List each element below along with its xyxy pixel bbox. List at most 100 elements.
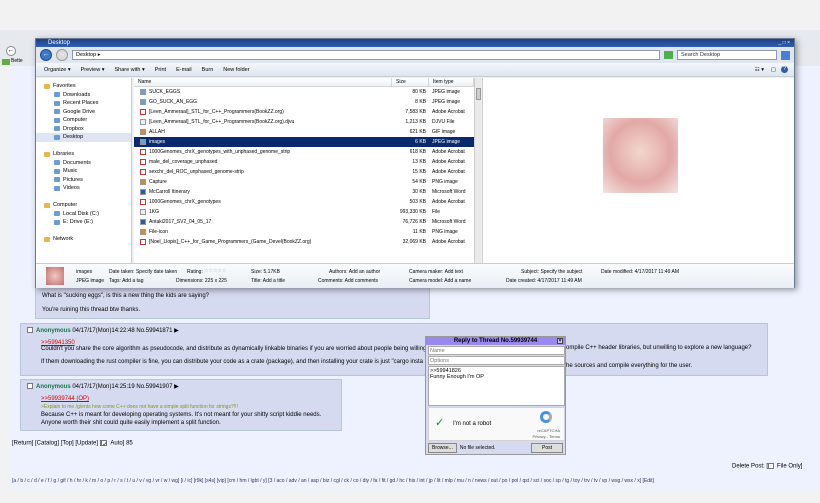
share-with-button[interactable]: Share with ▾	[114, 67, 144, 73]
scroll-thumb[interactable]	[476, 88, 481, 100]
email-button[interactable]: E-mail	[176, 67, 192, 73]
nav-item[interactable]: Favorites	[36, 82, 131, 91]
checkmark-icon[interactable]: ✓	[435, 416, 444, 429]
column-name[interactable]: Name	[134, 78, 392, 86]
nav-item[interactable]: Videos	[36, 184, 131, 193]
post-button[interactable]: Post	[530, 443, 563, 453]
browse-button[interactable]: Browse...	[428, 443, 457, 453]
quote-link[interactable]: >>59939744 (OP)	[41, 395, 335, 403]
new-folder-button[interactable]: New folder	[223, 67, 249, 73]
detail-comments[interactable]: Comments: Add comments	[318, 278, 378, 284]
forward-button[interactable]: →	[56, 49, 68, 61]
detail-title[interactable]: Title: Add a title	[251, 278, 285, 284]
back-button[interactable]: ←	[40, 49, 52, 61]
nav-item-label: Pictures	[63, 176, 83, 183]
help-icon[interactable]: ?	[781, 66, 788, 73]
file-row[interactable]: Capture 54 KB PNG image	[134, 177, 474, 187]
nav-item-label: Computer	[53, 202, 78, 208]
file-row[interactable]: [Noel_Llopis]_C++_for_Game_Programmers_(…	[134, 237, 474, 247]
name-field[interactable]	[428, 346, 565, 355]
detail-authors[interactable]: Authors: Add an author	[329, 269, 380, 275]
file-name-cell: 1000Genomes_chrX_genotypes	[134, 197, 392, 207]
search-icon[interactable]	[781, 50, 790, 60]
post-meta[interactable]: 04/17/17(Mon)14:22:48 No.59941871	[72, 328, 172, 334]
file-row[interactable]: Antaki2017_SV2_04_05_17 76,726 KB Microsof…	[134, 217, 474, 227]
nav-item[interactable]: Google Drive	[36, 108, 131, 117]
post-checkbox[interactable]	[27, 383, 33, 390]
preview-button[interactable]: Preview ▾	[81, 67, 105, 73]
title-bar[interactable]: Desktop _ □ ×	[36, 39, 794, 47]
address-bar[interactable]: Desktop ▸	[72, 50, 660, 60]
nav-item[interactable]: Desktop	[36, 133, 131, 142]
detail-date-taken[interactable]: Date taken: Specify date taken	[109, 269, 177, 275]
back-icon[interactable]: ←	[6, 46, 16, 56]
detail-camera-maker[interactable]: Camera maker: Add text	[409, 269, 463, 275]
auto-checkbox[interactable]: ✓	[101, 440, 107, 448]
nav-item[interactable]: Local Disk (C:)	[36, 210, 131, 219]
detail-rating-label: Rating:	[187, 269, 203, 275]
file-list-scrollbar[interactable]	[474, 78, 481, 263]
file-row[interactable]: McCarroll Itinerary 30 KB Microsoft Word	[134, 187, 474, 197]
nav-item[interactable]: Network	[36, 235, 131, 244]
column-size[interactable]: Size	[392, 78, 429, 86]
search-input[interactable]: Search Desktop	[677, 50, 777, 60]
close-icon[interactable]: ×	[557, 338, 563, 344]
nav-item[interactable]: Downloads	[36, 91, 131, 100]
print-button[interactable]: Print	[155, 67, 166, 73]
file-name-cell: male_del_coverage_unphased	[134, 157, 392, 167]
file-row[interactable]: 1KG 993,330 KB File	[134, 207, 474, 217]
file-row[interactable]: File-icon 11 KB PNG image	[134, 227, 474, 237]
bookmark-label[interactable]: Bette	[11, 58, 23, 64]
options-field[interactable]	[428, 356, 565, 365]
file-row[interactable]: GO_SUCK_AN_EGG 8 KB JPEG image	[134, 97, 474, 107]
board-list[interactable]: [a / b / c / d / e / f / g / gif / h / h…	[12, 478, 654, 484]
file-row[interactable]: SUCK_EGGS 80 KB JPEG image	[134, 87, 474, 97]
nav-item[interactable]: Libraries	[36, 150, 131, 159]
file-row[interactable]: male_del_coverage_unphased 13 KB Adobe Acr…	[134, 157, 474, 167]
file-size: 8 KB	[415, 99, 426, 105]
view-options-icon[interactable]: ☷ ▾	[755, 67, 764, 73]
file-name: Capture	[149, 179, 167, 185]
recaptcha-label: reCAPTCHA	[537, 428, 560, 433]
comment-field[interactable]: >>59941826 Funny Enough I'm OP	[428, 366, 565, 406]
nav-item[interactable]: Pictures	[36, 176, 131, 185]
privacy-link[interactable]: Privacy - Terms	[533, 434, 560, 439]
nav-item[interactable]: Music	[36, 167, 131, 176]
reply-header[interactable]: Reply to Thread No.59939744 ×	[426, 337, 565, 345]
file-row[interactable]: ALLAH 621 KB GIF image	[134, 127, 474, 137]
post-3: Anonymous 04/17/17(Mon)14:25:19 No.59941…	[20, 379, 342, 431]
detail-camera-model[interactable]: Camera model: Add a name	[409, 278, 471, 284]
file-name: McCarroll Itinerary	[149, 189, 190, 195]
file-row[interactable]: sexchr_del_ROC_unphased_genome-strip 15 K…	[134, 167, 474, 177]
file-name-cell: images	[134, 137, 392, 147]
nav-item[interactable]: Recent Places	[36, 99, 131, 108]
rating-stars[interactable]: ☆☆☆☆☆	[204, 268, 226, 274]
file-only-checkbox[interactable]	[768, 463, 775, 469]
file-row[interactable]: 1000Genomes_chrX_genotypes 503 KB Adobe Ac…	[134, 197, 474, 207]
preview-pane-icon[interactable]: ▢	[771, 67, 776, 73]
file-row[interactable]: 1000Genomes_chrX_genotypes_with_unphased…	[134, 147, 474, 157]
file-row[interactable]: [Leen_Ammeraal]_STL_for_C++_Programmers(…	[134, 117, 474, 127]
detail-subject[interactable]: Subject: Specify the subject	[521, 269, 582, 275]
refresh-icon[interactable]	[664, 51, 673, 59]
nav-item[interactable]: E: Drive (E:)	[36, 218, 131, 227]
nav-item[interactable]: Documents	[36, 159, 131, 168]
nav-item[interactable]: Computer	[36, 201, 131, 210]
thread-nav-links[interactable]: [Return] [Catalog] [Top] [Update] [	[12, 441, 101, 447]
window-controls[interactable]: _ □ ×	[779, 39, 791, 47]
pdf-file-icon	[140, 169, 146, 175]
detail-name: images	[76, 269, 93, 275]
nav-item[interactable]: Dropbox	[36, 125, 131, 134]
detail-tags[interactable]: Tags: Add a tag	[109, 278, 143, 284]
png-file-icon	[140, 179, 146, 185]
nav-item[interactable]: Computer	[36, 116, 131, 125]
file-row[interactable]: [Leen_Ammeraal]_STL_for_C++_Programmers(…	[134, 107, 474, 117]
file-row[interactable]: images 6 KB JPEG image	[134, 137, 474, 147]
post-checkbox[interactable]	[27, 327, 33, 334]
burn-button[interactable]: Burn	[202, 67, 214, 73]
nav-item	[36, 142, 131, 151]
post-meta[interactable]: 04/17/17(Mon)14:25:19 No.59941907	[72, 384, 172, 390]
folder-icon	[44, 236, 50, 242]
organize-button[interactable]: Organize ▾	[44, 67, 71, 73]
column-type[interactable]: Item type	[429, 78, 474, 86]
